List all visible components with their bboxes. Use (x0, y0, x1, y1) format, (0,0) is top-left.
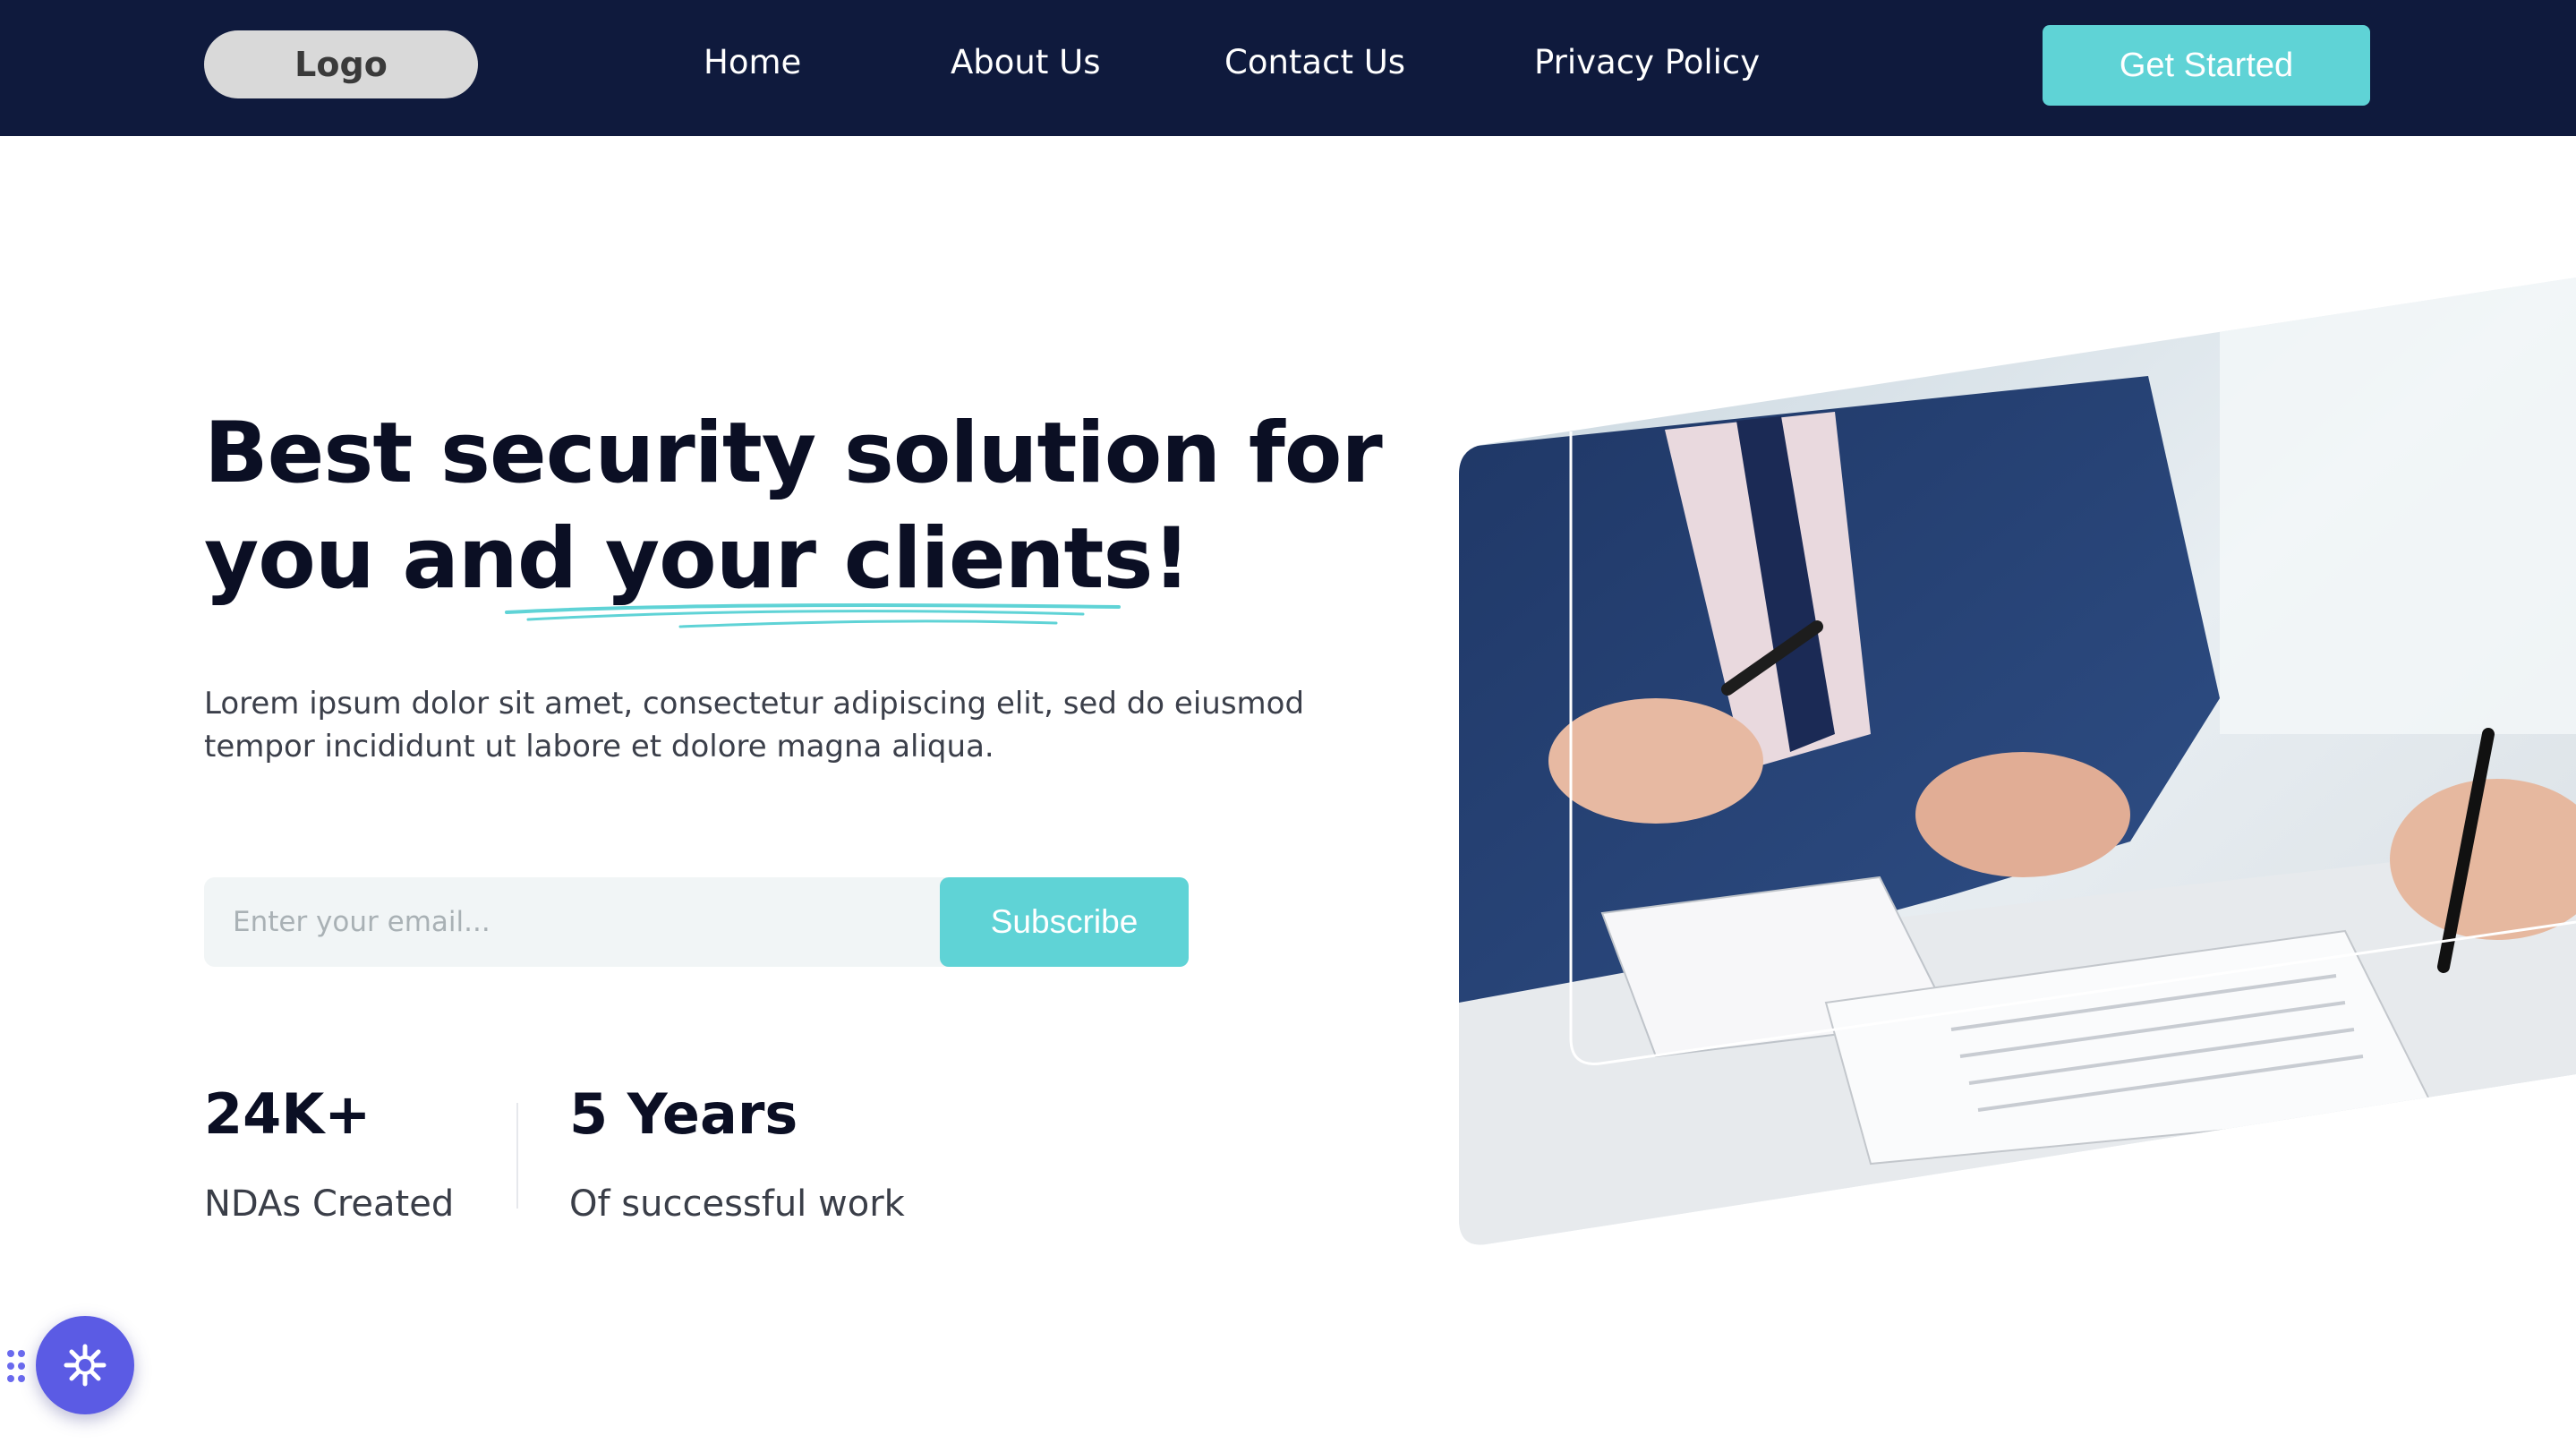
email-input[interactable] (204, 877, 947, 967)
nav-link-privacy-policy[interactable]: Privacy Policy (1534, 43, 1760, 81)
stat-divider (516, 1103, 518, 1209)
get-started-button[interactable]: Get Started (2043, 25, 2370, 106)
widget-button[interactable] (36, 1316, 134, 1414)
hero-description: Lorem ipsum dolor sit amet, consectetur … (204, 686, 1305, 764)
brush-underline (505, 603, 1121, 628)
gear-icon (64, 1344, 107, 1387)
subscribe-button[interactable]: Subscribe (940, 877, 1189, 967)
drag-handle-icon[interactable] (5, 1348, 29, 1384)
hero-headline: Best security solution for you and your … (204, 401, 1383, 612)
navbar: Logo Home About Us Contact Us Privacy Po… (0, 0, 2576, 136)
nav-link-home[interactable]: Home (704, 43, 801, 81)
logo[interactable]: Logo (204, 30, 478, 98)
headline-line-2: you and your clients! (204, 510, 1190, 608)
nav-link-contact-us[interactable]: Contact Us (1224, 43, 1405, 81)
headline-line-1: Best security solution for (204, 405, 1383, 502)
stat-ndas-label: NDAs Created (204, 1183, 455, 1225)
stat-ndas-value: 24K+ (204, 1081, 371, 1147)
stat-years-value: 5 Years (569, 1081, 798, 1147)
stat-years-label: Of successful work (569, 1183, 905, 1225)
hero-photo (1459, 278, 2576, 1245)
nav-link-about-us[interactable]: About Us (951, 43, 1101, 81)
